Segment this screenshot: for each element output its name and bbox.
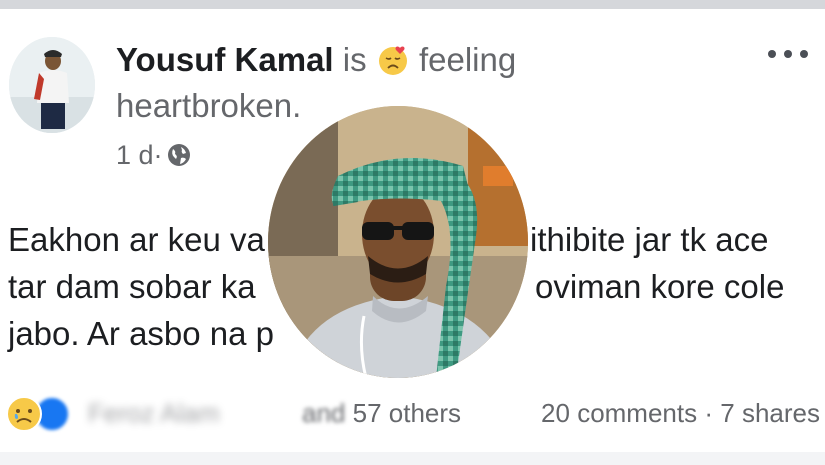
more-dot-icon [784, 50, 792, 58]
feeling-word: feeling [418, 41, 517, 78]
engagement-counts: 20 comments · 7 shares [541, 396, 820, 430]
reactions-and: and [302, 398, 346, 428]
bottom-divider [0, 452, 825, 465]
sad-face-icon [14, 409, 32, 423]
overlay-photo [268, 106, 528, 378]
sad-reaction-icon [6, 396, 42, 432]
post-text-line1-start: Eakhon ar keu va [8, 221, 265, 258]
post-footer: Feroz Alam and 57 others 20 comments · 7… [6, 392, 820, 436]
reactions-count[interactable]: and 57 others [302, 396, 461, 430]
shares-count[interactable]: 7 shares [720, 398, 820, 428]
post-text-line2-start: tar dam sobar ka [8, 268, 256, 305]
post-header: Yousuf Kamal is feeling [116, 40, 516, 80]
counts-separator: · [704, 398, 714, 428]
sad-face-with-heart-emoji [378, 46, 407, 75]
post-text-line3-start: jabo. Ar asbo na p [8, 315, 275, 352]
feeling-text[interactable]: heartbroken. [116, 86, 301, 126]
post-meta: 1 d · [116, 138, 191, 172]
profile-photo-overlay [268, 106, 528, 378]
is-word: is [342, 41, 367, 78]
top-divider [0, 0, 825, 9]
post-text-line1-end: ithibite jar tk ace [530, 221, 769, 258]
post-text-line2-end: oviman kore cole [535, 268, 785, 305]
more-dot-icon [768, 50, 776, 58]
more-dot-icon [800, 50, 808, 58]
post-time[interactable]: 1 d [116, 138, 154, 172]
more-options-button[interactable] [768, 42, 808, 66]
meta-separator: · [153, 140, 163, 170]
reactor-name-blurred[interactable]: Feroz Alam [88, 396, 220, 430]
globe-icon[interactable] [167, 143, 191, 167]
reactions-summary[interactable] [6, 396, 70, 432]
avatar-photo [9, 37, 95, 133]
author-avatar[interactable] [9, 37, 95, 133]
author-name[interactable]: Yousuf Kamal [116, 41, 334, 78]
comments-count[interactable]: 20 comments [541, 398, 697, 428]
reactions-others: 57 others [352, 398, 462, 428]
